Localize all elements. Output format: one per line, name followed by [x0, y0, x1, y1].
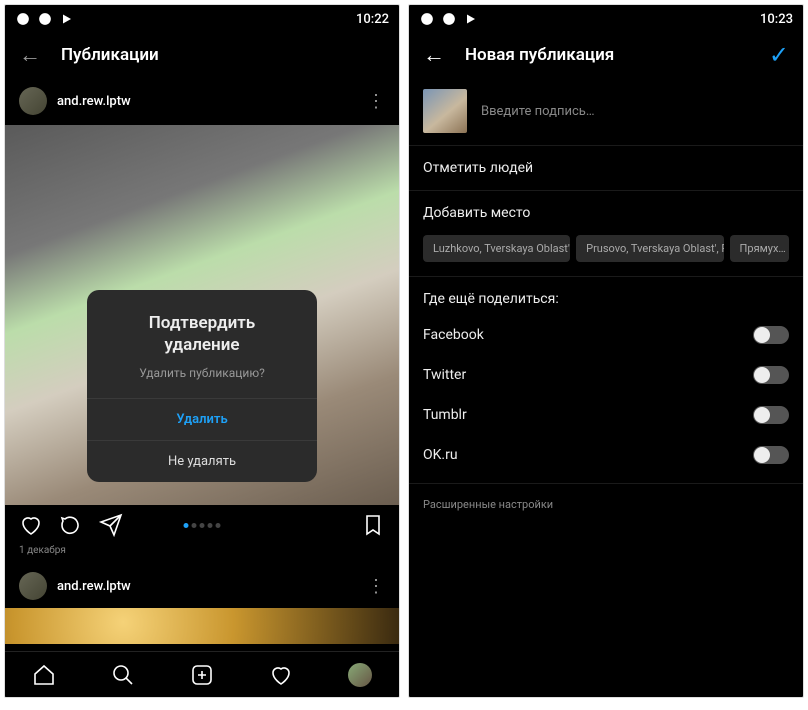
okru-toggle[interactable]: [753, 446, 789, 464]
share-also-label: Где ещё поделиться:: [409, 276, 803, 315]
advanced-settings-row[interactable]: Расширенные настройки: [409, 483, 803, 525]
tumblr-toggle[interactable]: [753, 406, 789, 424]
dialog-message: Удалить публикацию?: [87, 360, 317, 398]
confirm-icon[interactable]: ✓: [769, 41, 789, 69]
confirm-dialog: Подтвердитьудаление Удалить публикацию? …: [87, 290, 317, 482]
location-chip[interactable]: Прямух…: [730, 235, 789, 262]
location-chips: Luzhkovo, Tverskaya Oblast', … Prusovo, …: [409, 235, 803, 276]
location-chip[interactable]: Prusovo, Tverskaya Oblast', R…: [576, 235, 723, 262]
share-okru-row: OK.ru: [409, 435, 803, 475]
share-facebook-row: Facebook: [409, 315, 803, 355]
delete-button[interactable]: Удалить: [87, 398, 317, 440]
facebook-toggle[interactable]: [753, 326, 789, 344]
cancel-button[interactable]: Не удалять: [87, 440, 317, 482]
post-thumbnail[interactable]: [423, 89, 467, 133]
dialog-backdrop: Подтвердитьудаление Удалить публикацию? …: [5, 5, 399, 697]
dialog-title: Подтвердитьудаление: [87, 290, 317, 360]
app-header: ← Новая публикация ✓: [409, 33, 803, 77]
page-title: Новая публикация: [465, 45, 614, 65]
share-twitter-row: Twitter: [409, 355, 803, 395]
add-location-row[interactable]: Добавить место: [409, 190, 803, 235]
share-target-label: Facebook: [423, 327, 484, 343]
back-icon[interactable]: ←: [423, 42, 445, 68]
twitter-toggle[interactable]: [753, 366, 789, 384]
play-icon: [463, 11, 479, 27]
caption-row: Введите подпись…: [409, 77, 803, 145]
viber-icon: [419, 11, 435, 27]
phone-left: 10:22 ← Публикации and.rew.lptw ⋮ 1 дека…: [4, 4, 400, 698]
status-icons: [419, 11, 479, 27]
viber-icon-2: [441, 11, 457, 27]
location-chip[interactable]: Luzhkovo, Tverskaya Oblast', …: [423, 235, 570, 262]
share-tumblr-row: Tumblr: [409, 395, 803, 435]
tag-people-row[interactable]: Отметить людей: [409, 145, 803, 190]
status-time: 10:23: [760, 12, 793, 27]
phone-right: 10:23 ← Новая публикация ✓ Введите подпи…: [408, 4, 804, 698]
share-target-label: OK.ru: [423, 447, 458, 463]
caption-input[interactable]: Введите подпись…: [481, 104, 595, 119]
status-bar: 10:23: [409, 5, 803, 33]
share-target-label: Tumblr: [423, 407, 467, 423]
share-target-label: Twitter: [423, 367, 466, 383]
